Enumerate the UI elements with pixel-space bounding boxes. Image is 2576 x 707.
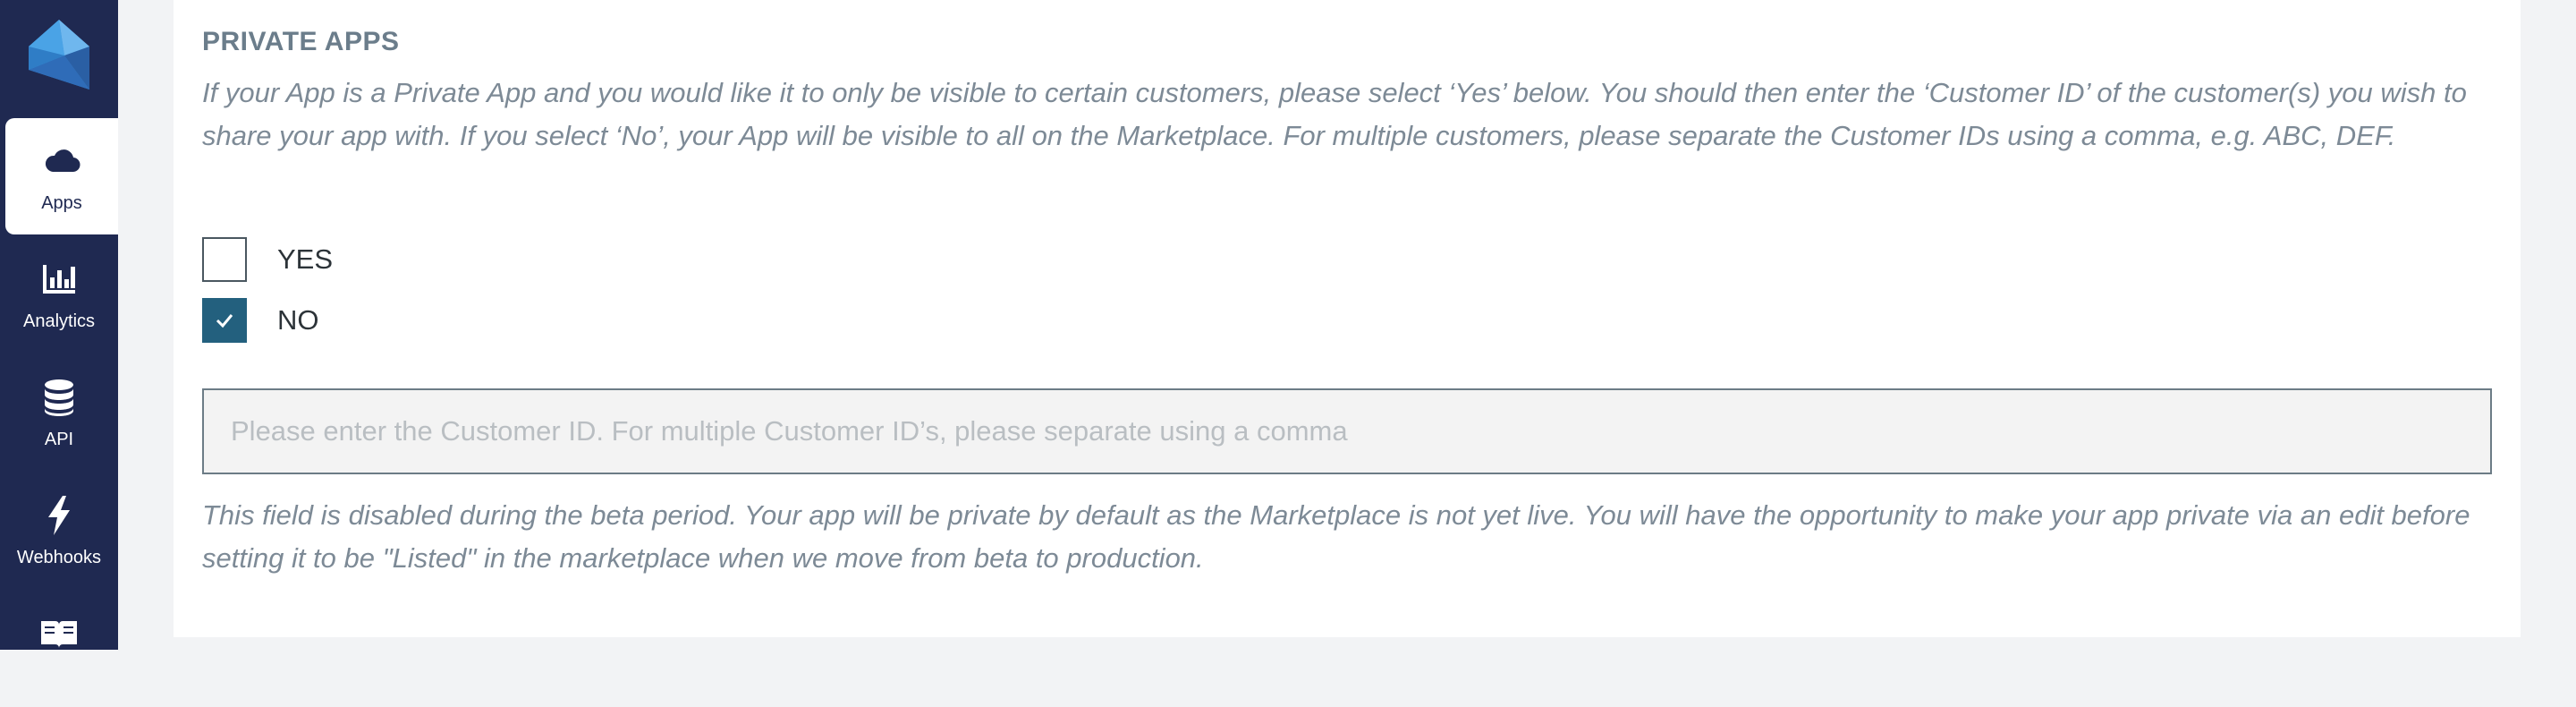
no-checkbox[interactable] [202, 298, 247, 343]
option-no[interactable]: NO [202, 297, 319, 344]
customer-id-input[interactable] [202, 388, 2492, 474]
book-icon [41, 621, 77, 648]
sidebar-item-label: API [44, 430, 74, 449]
option-yes[interactable]: YES [202, 236, 333, 283]
section-help-text: If your App is a Private App and you wou… [202, 77, 2467, 151]
sidebar-item-api[interactable]: API [0, 354, 118, 471]
database-icon [45, 379, 73, 416]
sidebar: Apps Analytics API Webhooks [0, 0, 118, 650]
cloud-icon [45, 149, 80, 173]
section-title: PRIVATE APPS [202, 27, 400, 56]
sidebar-item-apps[interactable]: Apps [5, 118, 118, 234]
sidebar-item-label: Analytics [22, 311, 96, 331]
sidebar-item-webhooks[interactable]: Webhooks [0, 473, 118, 589]
logo-icon[interactable] [29, 20, 89, 91]
bar-chart-icon [43, 265, 75, 294]
yes-checkbox[interactable] [202, 237, 247, 282]
lightning-icon [48, 496, 70, 535]
sidebar-item-label: Apps [41, 193, 82, 213]
sidebar-item-docs[interactable] [0, 591, 118, 707]
checkmark-icon [216, 314, 233, 328]
sidebar-item-analytics[interactable]: Analytics [0, 236, 118, 353]
option-label: YES [277, 243, 334, 275]
disabled-field-note: This field is disabled during the beta p… [202, 499, 2470, 574]
option-label: NO [277, 304, 319, 336]
sidebar-item-label: Webhooks [16, 548, 102, 567]
private-apps-card: PRIVATE APPS If your App is a Private Ap… [174, 0, 2521, 637]
